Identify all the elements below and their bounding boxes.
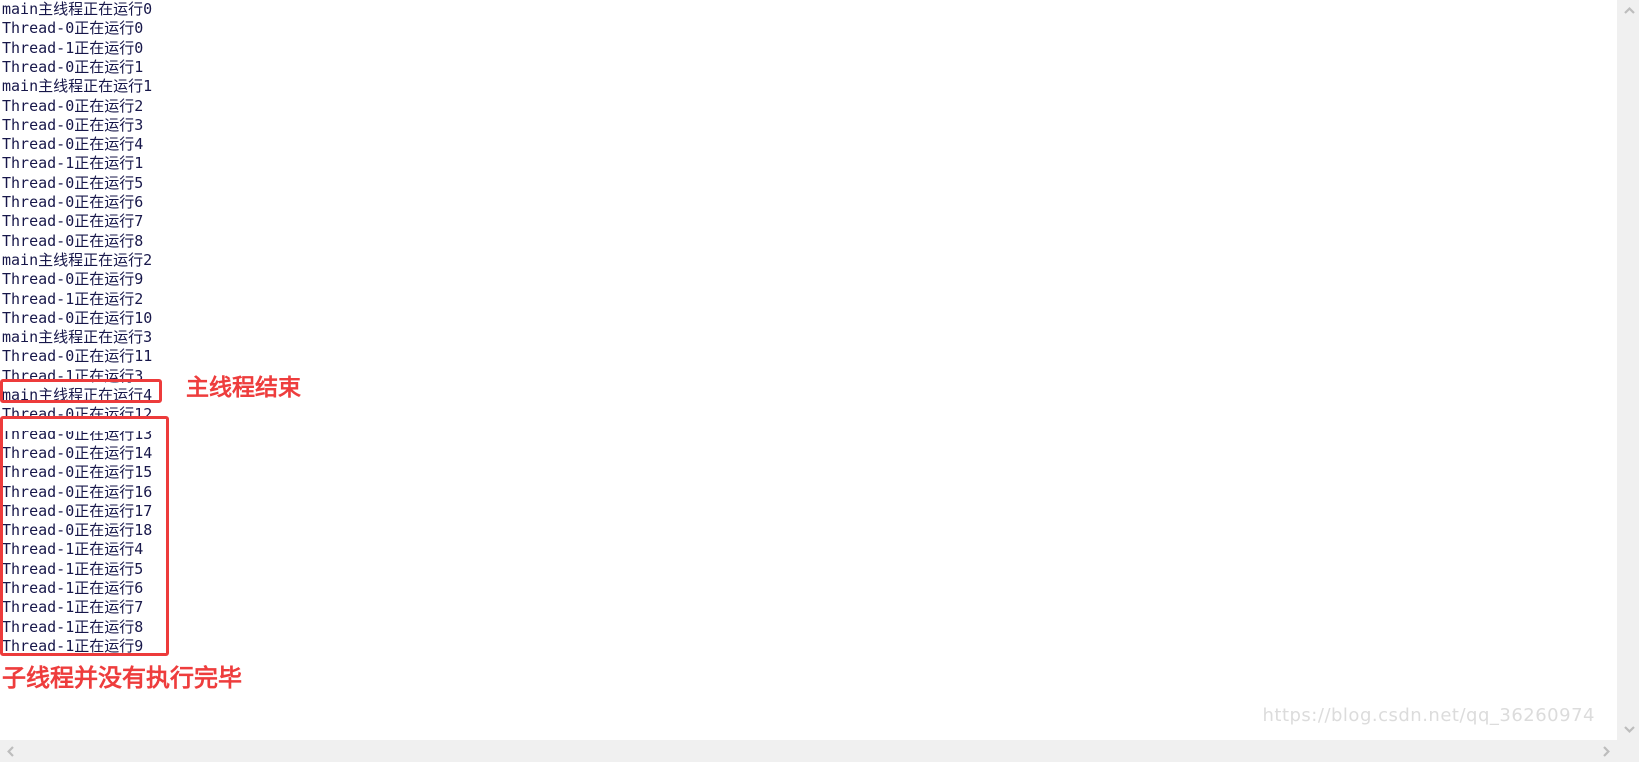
log-line: Thread-0正在运行5 xyxy=(2,173,144,192)
chevron-right-icon[interactable] xyxy=(1595,740,1617,762)
log-line: Thread-0正在运行6 xyxy=(2,193,144,211)
horizontal-scrollbar[interactable] xyxy=(0,740,1617,762)
log-line: Thread-1正在运行5 xyxy=(2,559,144,578)
log-line: Thread-0正在运行2 xyxy=(2,96,144,115)
log-line: Thread-1正在运行2 xyxy=(2,289,144,308)
log-line: Thread-0正在运行8 xyxy=(2,231,144,250)
scrollbar-corner xyxy=(1617,740,1639,762)
log-line: Thread-0正在运行17 xyxy=(2,501,153,520)
log-line: main主线程正在运行0 xyxy=(2,0,153,18)
log-line: Thread-1正在运行8 xyxy=(2,617,144,636)
console-output-pane[interactable]: main主线程正在运行0 Thread-0正在运行0 Thread-1正在运行0 Th… xyxy=(0,0,1617,740)
log-line: Thread-0正在运行11 xyxy=(2,347,153,366)
log-line: Thread-0正在运行18 xyxy=(2,521,153,540)
log-line: Thread-0正在运行3 xyxy=(2,115,144,134)
log-line: Thread-0正在运行16 xyxy=(2,482,153,501)
chevron-up-icon[interactable] xyxy=(1618,0,1639,22)
vertical-scrollbar[interactable] xyxy=(1617,0,1639,762)
log-line: Thread-0正在运行10 xyxy=(2,308,153,327)
log-line: Thread-1正在运行3 xyxy=(2,366,144,385)
log-line: Thread-0正在运行0 xyxy=(2,19,144,38)
log-line: Thread-0正在运行14 xyxy=(2,443,153,462)
log-line: Thread-0正在运行1 xyxy=(2,57,144,76)
log-line: Thread-0正在运行15 xyxy=(2,463,153,482)
log-line: main主线程正在运行3 xyxy=(2,328,153,347)
log-line: Thread-1正在运行6 xyxy=(2,579,144,597)
log-line: main主线程正在运行1 xyxy=(2,77,153,96)
log-line: Thread-0正在运行9 xyxy=(2,270,144,289)
log-line: Thread-0正在运行7 xyxy=(2,212,144,231)
chevron-left-icon[interactable] xyxy=(0,740,22,762)
log-line: main主线程正在运行4 xyxy=(2,386,153,404)
highlight-mask xyxy=(3,419,166,431)
log-line: Thread-1正在运行7 xyxy=(2,598,144,617)
watermark-url: https://blog.csdn.net/qq_36260974 xyxy=(1262,705,1595,726)
log-line: Thread-1正在运行9 xyxy=(2,636,144,655)
log-line: Thread-1正在运行4 xyxy=(2,540,144,559)
annotation-child-threads-not-finished: 子线程并没有执行完毕 xyxy=(2,664,242,692)
log-line: Thread-0正在运行4 xyxy=(2,135,144,154)
log-line: Thread-1正在运行1 xyxy=(2,154,144,173)
log-line: Thread-1正在运行0 xyxy=(2,38,144,57)
annotation-main-thread-finished: 主线程结束 xyxy=(186,375,301,401)
chevron-down-icon[interactable] xyxy=(1618,718,1639,740)
console-output-screenshot: main主线程正在运行0 Thread-0正在运行0 Thread-1正在运行0 Th… xyxy=(0,0,1639,762)
log-line: main主线程正在运行2 xyxy=(2,250,153,269)
